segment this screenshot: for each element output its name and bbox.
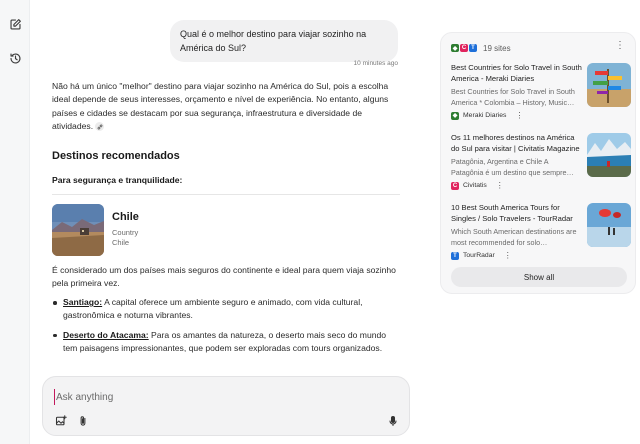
source-snippet: Which South American destinations are mo…	[451, 227, 577, 247]
divider	[52, 194, 400, 195]
source-more-icon[interactable]: ⋮	[504, 251, 512, 260]
source-thumbnail	[587, 63, 631, 107]
tourradar-icon: T	[469, 44, 477, 52]
place-image	[52, 204, 104, 256]
sources-count: 19 sites	[483, 43, 511, 53]
citation-link-icon[interactable]	[95, 122, 105, 132]
show-all-button[interactable]: Show all	[451, 267, 627, 287]
source-card[interactable]: Os 11 melhores destinos na América do Su…	[451, 133, 631, 193]
source-card[interactable]: 10 Best South America Tours for Singles …	[451, 203, 631, 263]
ask-input[interactable]	[54, 389, 374, 405]
civitatis-icon: C	[451, 181, 459, 190]
source-site-name: Civitatis	[463, 182, 487, 189]
source-site-name: TourRadar	[463, 252, 495, 259]
microphone-icon	[389, 415, 397, 427]
source-title[interactable]: Os 11 melhores destinos na América do Su…	[451, 133, 584, 155]
meraki-icon: ◆	[451, 111, 459, 120]
tourradar-icon: T	[451, 251, 459, 260]
image-upload-icon	[55, 415, 67, 426]
left-rail	[0, 0, 30, 444]
destination-list: Santiago: A capital oferece um ambiente …	[52, 296, 402, 362]
new-chat-button[interactable]	[3, 12, 27, 36]
source-snippet: Patagônia, Argentina e Chile A Patagônia…	[451, 157, 574, 177]
source-site-name: Meraki Diaries	[463, 112, 507, 119]
source-snippet: Best Countries for Solo Travel in South …	[451, 87, 575, 107]
edit-icon	[9, 18, 21, 30]
list-item: Santiago: A capital oferece um ambiente …	[52, 296, 402, 323]
section-subheading: Para segurança e tranquilidade:	[52, 175, 183, 185]
source-title[interactable]: 10 Best South America Tours for Singles …	[451, 203, 584, 225]
message-timestamp: 10 minutes ago	[353, 60, 398, 67]
source-site: ◆ Meraki Diaries ⋮	[451, 111, 523, 120]
list-item-title[interactable]: Deserto do Atacama:	[63, 330, 149, 340]
place-type: Country	[112, 228, 139, 237]
source-card[interactable]: Best Countries for Solo Travel in South …	[451, 63, 631, 123]
civitatis-icon: C	[460, 44, 468, 52]
sources-menu-button[interactable]: ⋮	[615, 41, 625, 51]
list-item-text: A capital oferece um ambiente seguro e a…	[63, 297, 363, 321]
source-thumbnail	[587, 133, 631, 177]
history-button[interactable]	[3, 46, 27, 70]
list-item: Deserto do Atacama: Para os amantes da n…	[52, 329, 402, 356]
meraki-icon: ◆	[451, 44, 459, 52]
image-upload-button[interactable]	[53, 413, 69, 429]
source-more-icon[interactable]: ⋮	[496, 181, 504, 190]
source-title[interactable]: Best Countries for Solo Travel in South …	[451, 63, 584, 85]
composer	[42, 376, 410, 436]
source-thumbnail	[587, 203, 631, 247]
place-country: Chile	[112, 238, 130, 247]
attach-button[interactable]	[75, 413, 91, 429]
list-item-title[interactable]: Santiago:	[63, 297, 102, 307]
section-heading: Destinos recomendados	[52, 150, 180, 162]
conversation-panel: Qual é o melhor destino para viajar sozi…	[30, 0, 428, 444]
sources-panel: ◆ C T 19 sites ⋮ Best Countries for Solo…	[440, 32, 636, 294]
source-favicons: ◆ C T	[451, 44, 477, 52]
source-site: T TourRadar ⋮	[451, 251, 512, 260]
place-description: É considerado um dos países mais seguros…	[52, 265, 396, 289]
history-icon	[9, 52, 21, 64]
voice-input-button[interactable]	[385, 413, 401, 429]
source-more-icon[interactable]: ⋮	[515, 111, 523, 120]
place-card-chile[interactable]: Chile Country Chile	[52, 204, 352, 256]
user-message: Qual é o melhor destino para viajar sozi…	[170, 20, 398, 62]
sources-header: ◆ C T 19 sites	[451, 41, 511, 55]
paperclip-icon	[80, 416, 86, 426]
source-site: C Civitatis ⋮	[451, 181, 504, 190]
place-name: Chile	[112, 211, 139, 223]
answer-intro: Não há um único "melhor" destino para vi…	[52, 80, 400, 134]
